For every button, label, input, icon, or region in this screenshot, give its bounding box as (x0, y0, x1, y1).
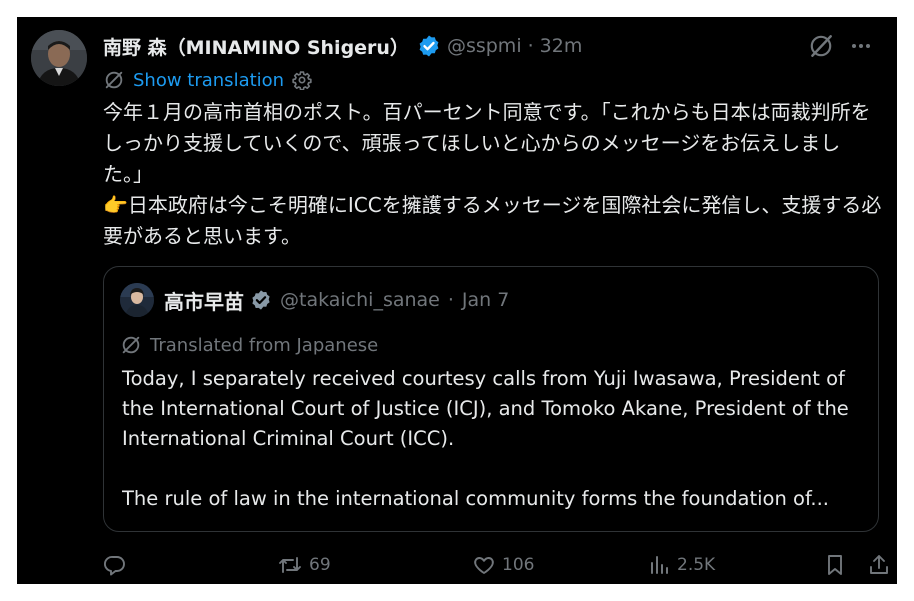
quoted-paragraph-1: Today, I separately received courtesy ca… (122, 367, 849, 450)
translated-notice: Translated from Japanese (120, 331, 378, 359)
show-translation-link[interactable]: Show translation (133, 70, 284, 91)
like-button[interactable]: 106 (472, 550, 534, 580)
quoted-author-name[interactable]: 高市早苗 (164, 286, 244, 315)
post-card: 南野 森（MINAMINO Shigeru） @sspmi · 32m Show… (17, 17, 897, 584)
share-button[interactable] (867, 550, 891, 580)
bookmark-icon (823, 553, 847, 577)
quoted-verified-badge-icon[interactable] (250, 289, 272, 311)
like-count: 106 (502, 555, 535, 575)
translate-icon (120, 334, 142, 356)
reply-button[interactable] (103, 550, 127, 580)
action-bar: 69 106 2.5K (103, 550, 888, 580)
author-name[interactable]: 南野 森（MINAMINO Shigeru） (103, 33, 409, 60)
grok-icon[interactable] (805, 30, 837, 62)
views-count: 2.5K (677, 555, 716, 575)
share-icon (867, 553, 891, 577)
translate-icon (103, 69, 125, 91)
like-icon (472, 553, 496, 577)
separator-dot: · (527, 35, 534, 57)
post-header: 南野 森（MINAMINO Shigeru） @sspmi · 32m (103, 31, 877, 61)
reply-icon (103, 553, 127, 577)
post-time[interactable]: 32m (540, 35, 583, 57)
quoted-author-avatar[interactable] (120, 283, 154, 317)
views-button[interactable]: 2.5K (647, 550, 715, 580)
quoted-post-header: 高市早苗 @takaichi_sanae · Jan 7 (120, 283, 509, 317)
post-text: 今年１月の高市首相のポスト。百パーセント同意です。「これからも日本は両裁判所をし… (103, 100, 882, 248)
repost-count: 69 (309, 555, 331, 575)
views-icon (647, 553, 671, 577)
quoted-post-text: Today, I separately received courtesy ca… (122, 364, 867, 514)
more-icon[interactable] (845, 30, 877, 62)
repost-icon (277, 553, 303, 577)
author-avatar[interactable] (31, 30, 87, 86)
translated-label: Translated from Japanese (150, 334, 379, 356)
quoted-paragraph-2: The rule of law in the international com… (122, 487, 830, 510)
quoted-author-handle[interactable]: @takaichi_sanae (280, 289, 440, 311)
quoted-post-date[interactable]: Jan 7 (462, 289, 509, 311)
repost-button[interactable]: 69 (277, 550, 331, 580)
author-handle[interactable]: @sspmi (447, 35, 522, 57)
quoted-post[interactable]: 高市早苗 @takaichi_sanae · Jan 7 Translated … (103, 266, 879, 532)
bookmark-button[interactable] (823, 550, 847, 580)
translation-row: Show translation (103, 67, 312, 93)
gear-icon[interactable] (292, 70, 312, 90)
quoted-separator-dot: · (447, 289, 454, 311)
verified-badge-icon[interactable] (417, 34, 441, 58)
